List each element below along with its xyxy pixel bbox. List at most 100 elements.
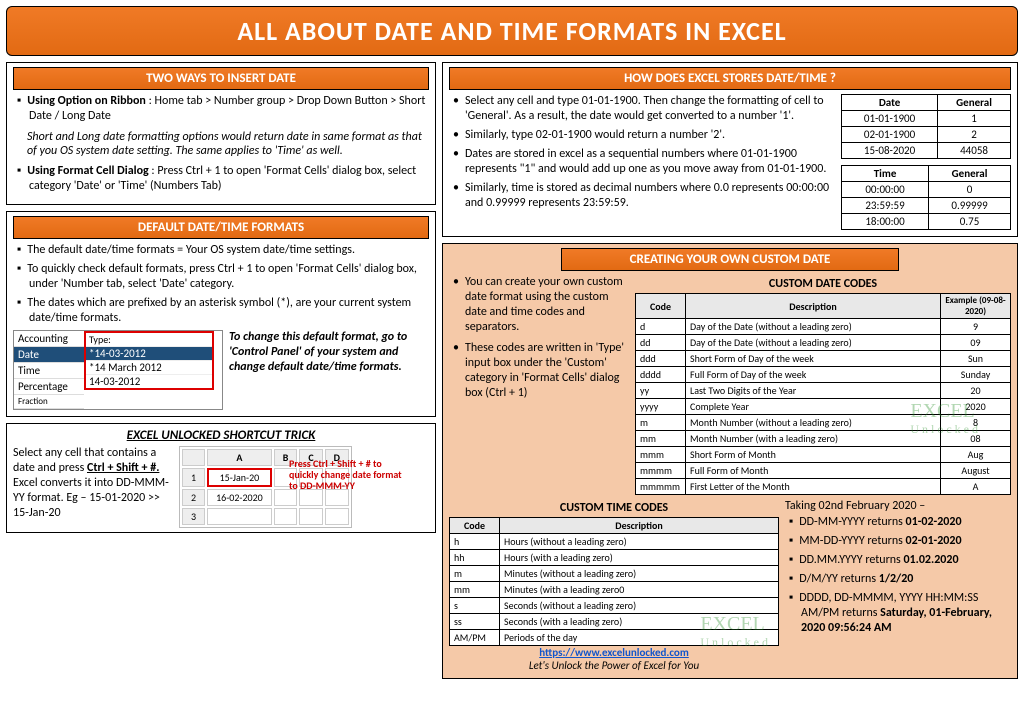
- date-codes-table: CodeDescriptionExample (09-08-2020) dDay…: [635, 293, 1011, 495]
- col-header: Code: [450, 518, 500, 534]
- cell: Aug: [941, 447, 1011, 463]
- cell: m: [450, 566, 500, 582]
- panel-shortcut-trick: EXCEL UNLOCKED SHORTCUT TRICK Select any…: [6, 423, 436, 533]
- type-label: Type:: [86, 333, 212, 346]
- cell: [182, 449, 205, 466]
- heading-insert-date: TWO WAYS TO INSERT DATE: [13, 67, 429, 90]
- list-item: DD-MM-YYYY returns 01-02-2020: [787, 515, 1011, 530]
- time-general-table: TimeGeneral 00:00:000 23:59:590.99999 18…: [841, 165, 1011, 230]
- note-text: Short and Long date formatting options w…: [13, 128, 429, 164]
- trick-text: Select any cell that contains a date and…: [13, 446, 173, 528]
- cell: Minutes (with a leading zero0: [500, 582, 779, 598]
- cell: Seconds (with a leading zero): [500, 614, 779, 630]
- value: 1/2/20: [879, 572, 914, 586]
- type-item-selected: *14-03-2012: [86, 346, 212, 360]
- col-header: Description: [686, 294, 941, 319]
- tagline: Let's Unlock the Power of Excel for You: [449, 659, 779, 672]
- label: Using Option on Ribbon: [27, 94, 146, 108]
- list-item: Similarly, time is stored as decimal num…: [451, 181, 835, 211]
- value: 01.02.2020: [903, 553, 958, 567]
- cell: Minutes (without a leading zero): [500, 566, 779, 582]
- heading-custom-date: CREATING YOUR OWN CUSTOM DATE: [561, 248, 898, 271]
- cell: Last Two Digits of the Year: [686, 383, 941, 399]
- list-item: Using Format Cell Dialog : Press Ctrl + …: [15, 164, 429, 194]
- cell: mmm: [636, 447, 686, 463]
- cell: 9: [941, 319, 1011, 335]
- cell: Day of the Date (without a leading zero): [686, 335, 941, 351]
- cell: Full Form of Month: [686, 463, 941, 479]
- heading-store-datetime: HOW DOES EXCEL STORES DATE/TIME ?: [449, 67, 1011, 90]
- text: Excel converts it into DD-MMM-YY format.…: [13, 476, 169, 520]
- cell: m: [636, 415, 686, 431]
- cell: AM/PM: [450, 630, 500, 646]
- cell: Full Form of Day of the week: [686, 367, 941, 383]
- cell: 8: [941, 415, 1011, 431]
- col-header: General: [938, 95, 1011, 111]
- heading-time-codes: CUSTOM TIME CODES: [449, 501, 779, 515]
- type-item: 14-03-2012: [86, 374, 212, 388]
- page-title: ALL ABOUT DATE AND TIME FORMATS IN EXCEL: [6, 6, 1018, 56]
- cell: ss: [450, 614, 500, 630]
- date-general-table: DateGeneral 01-01-19001 02-01-19002 15-0…: [841, 94, 1011, 159]
- list-item: D/M/YY returns 1/2/20: [787, 572, 1011, 587]
- cell: h: [450, 534, 500, 550]
- cell: Sunday: [941, 367, 1011, 383]
- cell-highlighted: 15-Jan-20: [207, 468, 272, 487]
- category-item-selected: Date: [14, 347, 84, 363]
- cell: Complete Year: [686, 399, 941, 415]
- cell: dddd: [636, 367, 686, 383]
- site-link[interactable]: https://www.excelunlocked.com: [449, 646, 779, 659]
- cell: 1: [938, 111, 1011, 127]
- cell: Periods of the day: [500, 630, 779, 646]
- cell: ddd: [636, 351, 686, 367]
- cell: 08: [941, 431, 1011, 447]
- text: DD-MM-YYYY returns: [799, 515, 905, 529]
- cell: 2: [938, 127, 1011, 143]
- cell: mm: [636, 431, 686, 447]
- cell: Hours (with a leading zero): [500, 550, 779, 566]
- cell: 09: [941, 335, 1011, 351]
- cell: 01-01-1900: [842, 111, 938, 127]
- cell: 44058: [938, 143, 1011, 159]
- cell: 18:00:00: [842, 214, 929, 230]
- cell: 2: [182, 489, 205, 506]
- col-header: Date: [842, 95, 938, 111]
- cell: Month Number (without a leading zero): [686, 415, 941, 431]
- text: DD.MM.YYYY returns: [799, 553, 903, 567]
- list-item: To quickly check default formats, press …: [15, 262, 429, 292]
- list-item: MM-DD-YYYY returns 02-01-2020: [787, 534, 1011, 549]
- heading-default-formats: DEFAULT DATE/TIME FORMATS: [13, 216, 429, 239]
- list-item: DD.MM.YYYY returns 01.02.2020: [787, 553, 1011, 568]
- cell: 3: [182, 508, 205, 525]
- cell: Month Number (with a leading zero): [686, 431, 941, 447]
- text: D/M/YY returns: [799, 572, 878, 586]
- type-item: *14 March 2012: [86, 360, 212, 374]
- category-item: Accounting: [14, 331, 84, 347]
- cell: mm: [450, 582, 500, 598]
- cell: yy: [636, 383, 686, 399]
- cell: Seconds (without a leading zero): [500, 598, 779, 614]
- list-item: Select any cell and type 01-01-1900. The…: [451, 94, 835, 124]
- heading-date-codes: CUSTOM DATE CODES: [635, 277, 1011, 291]
- format-cells-screenshot: Accounting Date Time Percentage Fraction…: [13, 330, 223, 410]
- cell: 2020: [941, 399, 1011, 415]
- value: 01-02-2020: [906, 515, 962, 529]
- list-item: DDDD, DD-MMMM, YYYY HH:MM:SS AM/PM retur…: [787, 591, 1011, 636]
- text: MM-DD-YYYY returns: [799, 534, 905, 548]
- cell: 23:59:59: [842, 198, 929, 214]
- time-codes-table: CodeDescription hHours (without a leadin…: [449, 517, 779, 646]
- cell: A: [207, 449, 272, 466]
- cell: Hours (without a leading zero): [500, 534, 779, 550]
- examples-heading: Taking 02nd February 2020 –: [785, 499, 1011, 513]
- link-text[interactable]: https://www.excelunlocked.com: [539, 646, 689, 659]
- cell: 16-02-2020: [207, 489, 272, 506]
- category-item: Time: [14, 363, 84, 379]
- cell: 00:00:00: [842, 182, 929, 198]
- cell: yyyy: [636, 399, 686, 415]
- col-header: Code: [636, 294, 686, 319]
- cell: 1: [182, 468, 205, 487]
- cell: mmmm: [636, 463, 686, 479]
- col-header: Example (09-08-2020): [941, 294, 1011, 319]
- cell: Sun: [941, 351, 1011, 367]
- panel-store-datetime: HOW DOES EXCEL STORES DATE/TIME ? Select…: [442, 62, 1018, 237]
